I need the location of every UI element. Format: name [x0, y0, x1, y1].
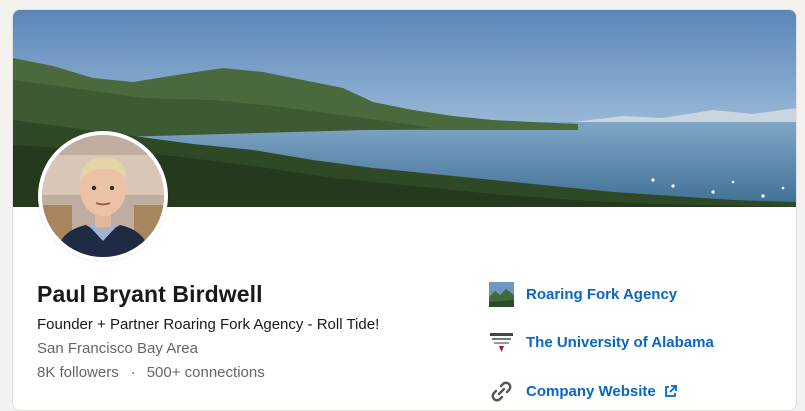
- profile-headline: Founder + Partner Roaring Fork Agency - …: [37, 316, 380, 333]
- stats-separator: ·: [130, 364, 136, 381]
- alabama-logo-icon: [489, 330, 514, 355]
- profile-avatar[interactable]: [38, 131, 168, 261]
- education[interactable]: The University of Alabama: [489, 330, 714, 355]
- company-link[interactable]: Roaring Fork Agency: [526, 286, 677, 303]
- profile-location: San Francisco Bay Area: [37, 340, 198, 357]
- external-link-icon[interactable]: [664, 385, 677, 398]
- education-link[interactable]: The University of Alabama: [526, 334, 714, 351]
- website-link[interactable]: Company Website: [526, 383, 656, 400]
- profile-stats: 8K followers · 500+ connections: [37, 364, 265, 381]
- company-website[interactable]: Company Website: [489, 379, 677, 404]
- connections-count[interactable]: 500+ connections: [147, 364, 265, 381]
- followers-count[interactable]: 8K followers: [37, 364, 119, 381]
- current-company[interactable]: Roaring Fork Agency: [489, 282, 677, 307]
- profile-name: Paul Bryant Birdwell: [37, 281, 263, 307]
- link-icon: [489, 379, 514, 404]
- profile-card: Paul Bryant Birdwell Founder + Partner R…: [12, 9, 797, 411]
- roaring-fork-logo-icon: [489, 282, 514, 307]
